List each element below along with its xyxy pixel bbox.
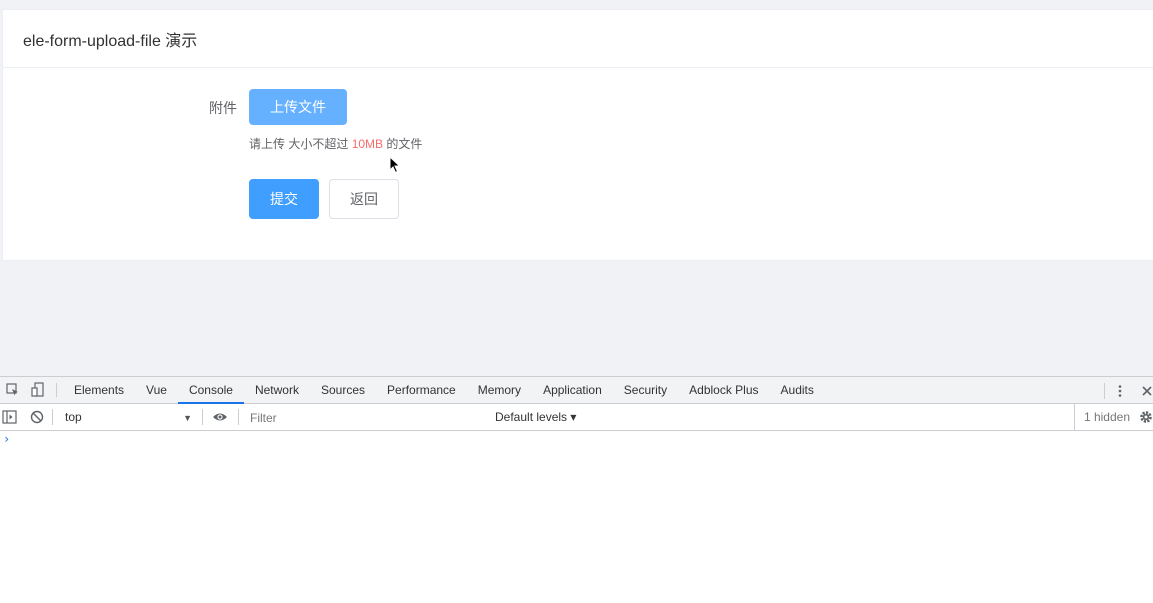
tab-network[interactable]: Network bbox=[244, 377, 310, 403]
inspect-element-icon[interactable] bbox=[0, 377, 25, 403]
attachment-label: 附件 bbox=[209, 100, 237, 116]
console-toolbar: top ▼ Default levels ▾ 1 hidden bbox=[0, 404, 1153, 431]
toolbar-separator bbox=[202, 409, 203, 425]
dropdown-arrow-icon: ▼ bbox=[183, 413, 192, 423]
tip-suffix: 的文件 bbox=[386, 137, 423, 151]
clear-console-icon[interactable] bbox=[30, 410, 44, 424]
card-header: ele-form-upload-file 演示 bbox=[3, 10, 1153, 68]
close-icon[interactable] bbox=[1141, 385, 1153, 397]
tab-performance[interactable]: Performance bbox=[376, 377, 467, 403]
right-separator bbox=[1104, 382, 1105, 399]
demo-card: ele-form-upload-file 演示 附件 上传文件 请上传 大小不超… bbox=[2, 9, 1153, 261]
tab-console[interactable]: Console bbox=[177, 377, 244, 404]
tab-security[interactable]: Security bbox=[613, 377, 678, 403]
tab-vue[interactable]: Vue bbox=[135, 377, 178, 403]
tip-prefix: 请上传 大小不超过 bbox=[249, 137, 349, 151]
upload-tip: 请上传 大小不超过 10MB 的文件 bbox=[249, 136, 422, 152]
tab-separator bbox=[56, 383, 57, 397]
tab-memory[interactable]: Memory bbox=[467, 377, 532, 403]
settings-gear-icon[interactable] bbox=[1139, 410, 1153, 424]
tab-elements[interactable]: Elements bbox=[63, 377, 135, 403]
live-expression-eye-icon[interactable] bbox=[212, 410, 228, 424]
submit-button[interactable]: 提交 bbox=[249, 179, 319, 219]
tip-size: 10MB bbox=[351, 137, 384, 151]
context-value: top bbox=[65, 410, 82, 424]
device-toolbar-icon[interactable] bbox=[25, 377, 50, 403]
mouse-cursor-icon bbox=[389, 156, 401, 174]
toolbar-separator bbox=[238, 409, 239, 425]
log-levels-dropdown[interactable]: Default levels ▾ bbox=[495, 404, 576, 430]
devtools-panel: Elements Vue Console Network Sources Per… bbox=[0, 376, 1153, 603]
toolbar-separator bbox=[52, 409, 53, 425]
tab-application[interactable]: Application bbox=[532, 377, 613, 403]
tab-audits[interactable]: Audits bbox=[770, 377, 825, 403]
devtools-right-controls bbox=[1104, 377, 1153, 404]
sidebar-toggle-icon[interactable] bbox=[2, 410, 17, 424]
upload-file-button[interactable]: 上传文件 bbox=[249, 89, 347, 125]
devtools-tabbar: Elements Vue Console Network Sources Per… bbox=[0, 376, 1153, 404]
tab-sources[interactable]: Sources bbox=[310, 377, 376, 403]
hidden-messages-count: 1 hidden bbox=[1073, 404, 1130, 430]
tab-adblock-plus[interactable]: Adblock Plus bbox=[678, 377, 769, 403]
more-options-icon[interactable] bbox=[1113, 384, 1127, 398]
card-title: ele-form-upload-file 演示 bbox=[23, 32, 198, 50]
console-prompt[interactable]: › bbox=[3, 432, 10, 446]
app-page: ele-form-upload-file 演示 附件 上传文件 请上传 大小不超… bbox=[0, 0, 1153, 376]
context-select[interactable]: top ▼ bbox=[56, 404, 198, 430]
back-button[interactable]: 返回 bbox=[329, 179, 399, 219]
filter-input[interactable] bbox=[246, 408, 486, 427]
